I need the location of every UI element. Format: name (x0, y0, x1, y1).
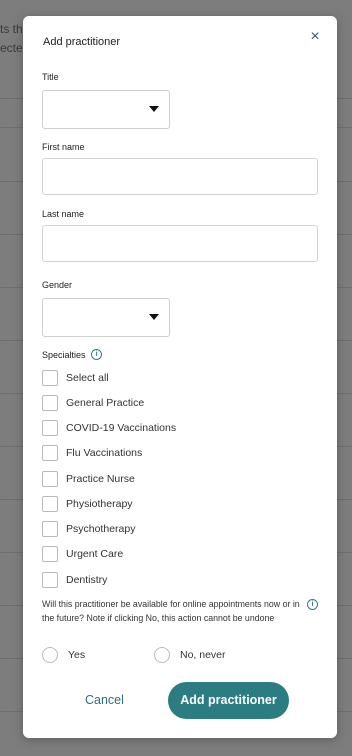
last-name-field[interactable] (42, 225, 318, 262)
radio-button[interactable] (154, 647, 170, 663)
gender-label: Gender (42, 280, 73, 290)
gender-select[interactable] (42, 298, 170, 337)
radio-button[interactable] (42, 647, 58, 663)
specialties-label-text: Specialties (42, 350, 86, 360)
first-name-field[interactable] (42, 158, 318, 195)
title-label: Title (42, 72, 59, 82)
checkbox[interactable] (42, 496, 58, 512)
checkbox-label: Urgent Care (66, 548, 124, 560)
background-text-1: ts th (0, 22, 23, 36)
info-icon[interactable]: i (307, 599, 318, 610)
checkbox-label: Select all (66, 372, 109, 384)
title-select[interactable] (42, 90, 170, 129)
chevron-down-icon (149, 106, 159, 112)
add-practitioner-button[interactable]: Add practitioner (168, 682, 289, 719)
cancel-button[interactable]: Cancel (85, 693, 124, 707)
checkbox-label: Flu Vaccinations (66, 447, 143, 459)
background-text-2: ecte (0, 41, 23, 55)
checkbox[interactable] (42, 572, 58, 588)
checkbox[interactable] (42, 445, 58, 461)
close-icon[interactable]: × (307, 28, 323, 46)
checkbox-label: Psychotherapy (66, 523, 136, 535)
modal-title: Add practitioner (43, 36, 121, 48)
checkbox-label: Dentistry (66, 574, 108, 586)
info-icon[interactable]: i (91, 349, 103, 361)
add-practitioner-modal: Add practitioner × Title First name Last… (23, 16, 337, 738)
checkbox[interactable] (42, 395, 58, 411)
radio-label: Yes (68, 649, 86, 661)
checkbox-label: Practice Nurse (66, 473, 135, 485)
last-name-label: Last name (42, 209, 85, 219)
checkbox-label: COVID-19 Vaccinations (66, 422, 177, 434)
first-name-label: First name (42, 142, 85, 152)
checkbox[interactable] (42, 471, 58, 487)
online-appointments-question: Will this practitioner be available for … (42, 599, 300, 623)
checkbox[interactable] (42, 521, 58, 537)
checkbox[interactable] (42, 370, 58, 386)
radio-label: No, never (180, 649, 226, 661)
checkbox[interactable] (42, 546, 58, 562)
checkbox-label: Physiotherapy (66, 498, 133, 510)
checkbox-label: General Practice (66, 397, 145, 409)
checkbox[interactable] (42, 420, 58, 436)
chevron-down-icon (149, 314, 159, 320)
specialties-label: Specialties i (42, 349, 103, 361)
